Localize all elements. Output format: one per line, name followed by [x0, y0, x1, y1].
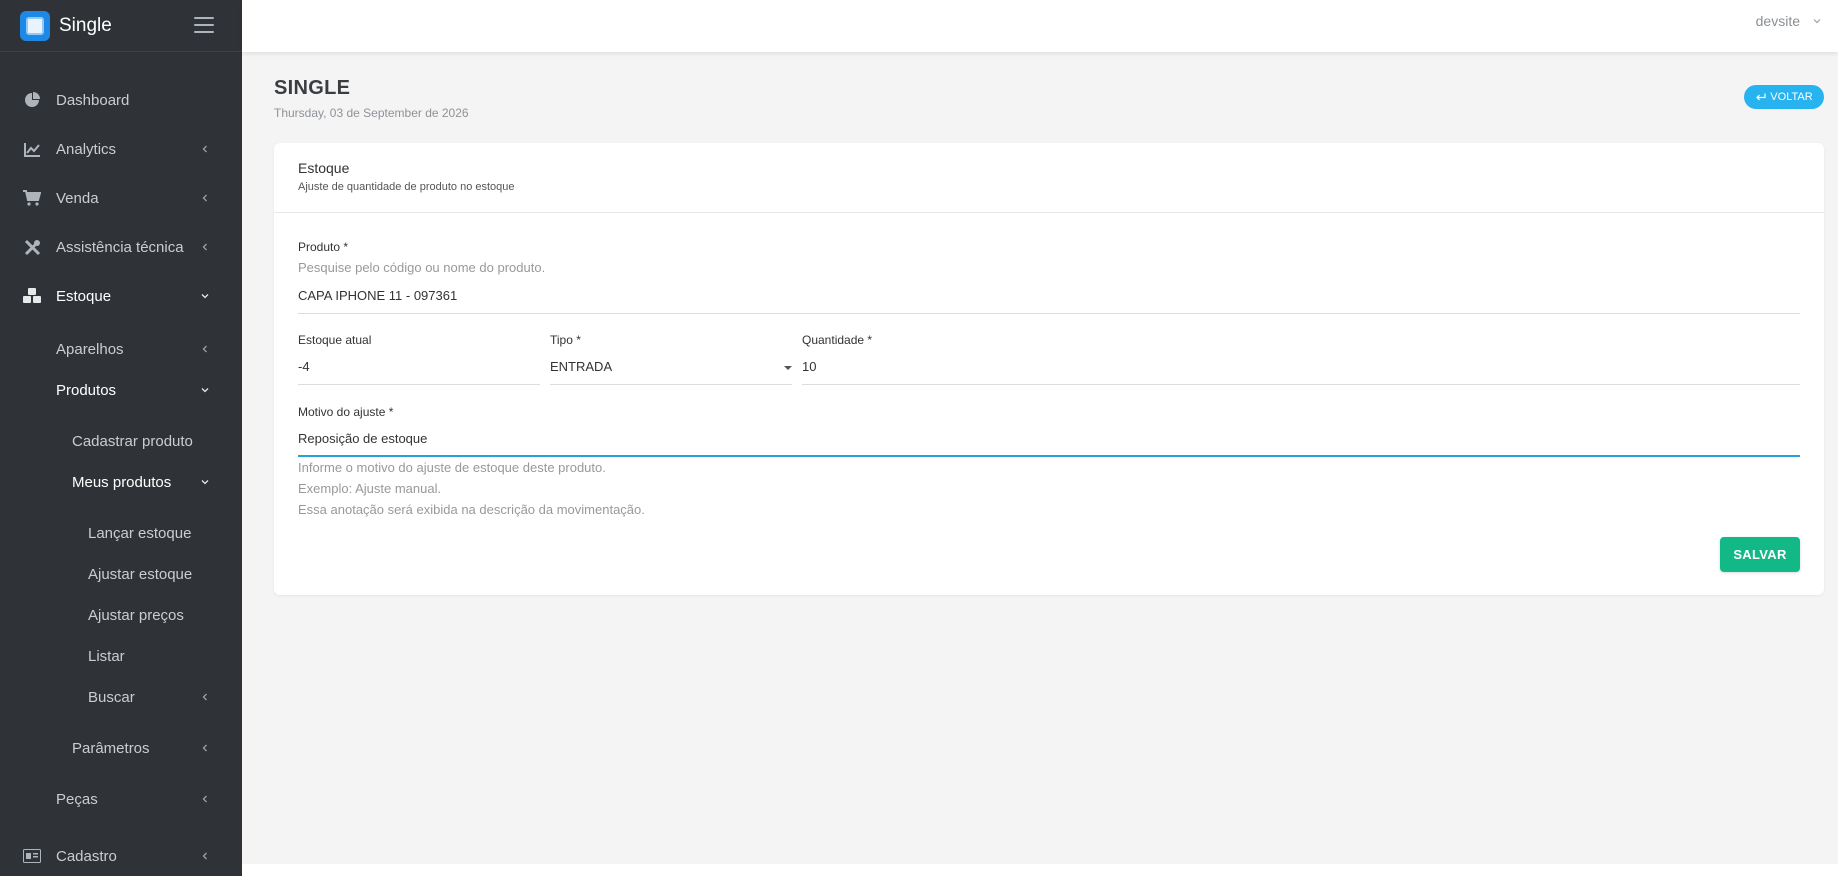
- sidebar-item-label: Aparelhos: [56, 340, 124, 358]
- sidebar-item-dashboard[interactable]: Dashboard: [0, 78, 242, 122]
- sidebar-item-label: Assistência técnica: [56, 238, 184, 256]
- sidebar-item-label: Meus produtos: [72, 473, 172, 491]
- sidebar-item-label: Lançar estoque: [88, 524, 192, 542]
- sidebar-item-ajustar-precos[interactable]: Ajustar preços: [0, 593, 242, 637]
- tipo-underline: [550, 384, 792, 385]
- estoque-atual-underline: [298, 384, 540, 385]
- chevron-left-icon: [202, 693, 207, 701]
- card-header: Estoque Ajuste de quantidade de produto …: [274, 143, 1824, 213]
- stock-adjust-card: Estoque Ajuste de quantidade de produto …: [274, 143, 1824, 595]
- chevron-left-icon: [202, 243, 207, 251]
- sidebar-item-produtos[interactable]: Produtos: [0, 368, 242, 412]
- sidebar-item-label: Peças: [56, 790, 98, 808]
- back-button-label: VOLTAR: [1770, 91, 1813, 103]
- sidebar-item-cadastro[interactable]: Cadastro: [0, 834, 242, 876]
- card-title: Estoque: [298, 160, 350, 176]
- logo-icon: [20, 10, 50, 41]
- chevron-down-icon: [1813, 19, 1821, 24]
- id-card-icon: [23, 847, 41, 865]
- chevron-left-icon: [202, 145, 207, 153]
- sidebar-item-pecas[interactable]: Peças: [0, 777, 242, 821]
- sidebar-item-parametros[interactable]: Parâmetros: [0, 726, 242, 770]
- chevron-down-icon: [201, 388, 209, 393]
- topbar: devsite: [242, 0, 1838, 52]
- sidebar-item-listar[interactable]: Listar: [0, 634, 242, 678]
- sidebar-item-label: Parâmetros: [72, 739, 150, 757]
- caret-down-icon: [784, 366, 792, 370]
- sidebar-item-lancar-estoque[interactable]: Lançar estoque: [0, 511, 242, 555]
- chevron-left-icon: [202, 194, 207, 202]
- boxes-icon: [23, 287, 41, 305]
- sidebar-item-label: Ajustar preços: [88, 606, 184, 624]
- sidebar-item-buscar[interactable]: Buscar: [0, 675, 242, 719]
- estoque-atual-field: -4: [298, 359, 310, 374]
- save-button[interactable]: SALVAR: [1720, 537, 1800, 572]
- tipo-select[interactable]: ENTRADA: [550, 359, 792, 379]
- motivo-help-line: Exemplo: Ajuste manual.: [298, 481, 442, 496]
- quantidade-underline: [802, 384, 1800, 385]
- chevron-left-icon: [202, 345, 207, 353]
- chevron-left-icon: [202, 795, 207, 803]
- sidebar-item-label: Cadastro: [56, 847, 117, 865]
- tools-icon: [23, 238, 41, 256]
- chevron-down-icon: [201, 294, 209, 299]
- sidebar-item-label: Produtos: [56, 381, 117, 399]
- motivo-help-line: Informe o motivo do ajuste de estoque de…: [298, 460, 606, 475]
- sidebar-item-label: Buscar: [88, 688, 135, 706]
- produto-hint: Pesquise pelo código ou nome do produto.: [298, 260, 546, 275]
- sidebar-item-label: Cadastrar produto: [72, 432, 193, 450]
- quantidade-input[interactable]: 10: [802, 359, 1800, 379]
- quantidade-label: Quantidade *: [802, 333, 873, 347]
- line-chart-icon: [23, 140, 41, 158]
- pie-chart-icon: [23, 91, 41, 109]
- sidebar-item-label: Analytics: [56, 140, 117, 158]
- sidebar-item-assistencia[interactable]: Assistência técnica: [0, 225, 242, 269]
- chevron-down-icon: [201, 480, 209, 485]
- sidebar-item-label: Ajustar estoque: [88, 565, 193, 583]
- sidebar-item-aparelhos[interactable]: Aparelhos: [0, 327, 242, 371]
- username: devsite: [1755, 13, 1800, 29]
- back-button[interactable]: VOLTAR: [1744, 85, 1824, 109]
- cart-icon: [23, 189, 41, 207]
- estoque-atual-label: Estoque atual: [298, 333, 372, 347]
- sidebar-item-estoque[interactable]: Estoque: [0, 274, 242, 318]
- sidebar-item-meus-produtos[interactable]: Meus produtos: [0, 460, 242, 504]
- sidebar: Single Dashboard Analytics Venda Assistê…: [0, 0, 242, 876]
- sidebar-item-ajustar-estoque[interactable]: Ajustar estoque: [0, 552, 242, 596]
- motivo-input[interactable]: Reposição de estoque: [298, 431, 1800, 451]
- return-icon: [1756, 93, 1766, 100]
- produto-input-underline: [298, 313, 1800, 314]
- user-menu[interactable]: devsite: [1756, 13, 1822, 29]
- sidebar-item-venda[interactable]: Venda: [0, 176, 242, 220]
- motivo-help-line: Essa anotação será exibida na descrição …: [298, 502, 645, 517]
- produto-search-input[interactable]: CAPA IPHONE 11 - 097361: [298, 288, 1800, 308]
- sidebar-item-analytics[interactable]: Analytics: [0, 127, 242, 171]
- app-name: Single: [59, 14, 112, 36]
- chevron-left-icon: [202, 852, 207, 860]
- page-title: SINGLE: [274, 77, 351, 99]
- page-date: Thursday, 03 de September de 2026: [274, 106, 469, 120]
- tipo-label: Tipo *: [550, 333, 581, 347]
- menu-toggle-icon[interactable]: [194, 17, 214, 33]
- sidebar-item-cadastrar-produto[interactable]: Cadastrar produto: [0, 419, 242, 463]
- motivo-input-underline: [298, 455, 1800, 457]
- motivo-label: Motivo do ajuste *: [298, 405, 394, 419]
- sidebar-item-label: Venda: [56, 189, 99, 207]
- sidebar-item-label: Dashboard: [56, 91, 130, 109]
- sidebar-item-label: Estoque: [56, 287, 112, 305]
- footer: [242, 864, 1838, 876]
- produto-label: Produto *: [298, 240, 349, 254]
- card-subtitle: Ajuste de quantidade de produto no estoq…: [298, 181, 515, 193]
- chevron-left-icon: [202, 744, 207, 752]
- sidebar-item-label: Listar: [88, 647, 125, 665]
